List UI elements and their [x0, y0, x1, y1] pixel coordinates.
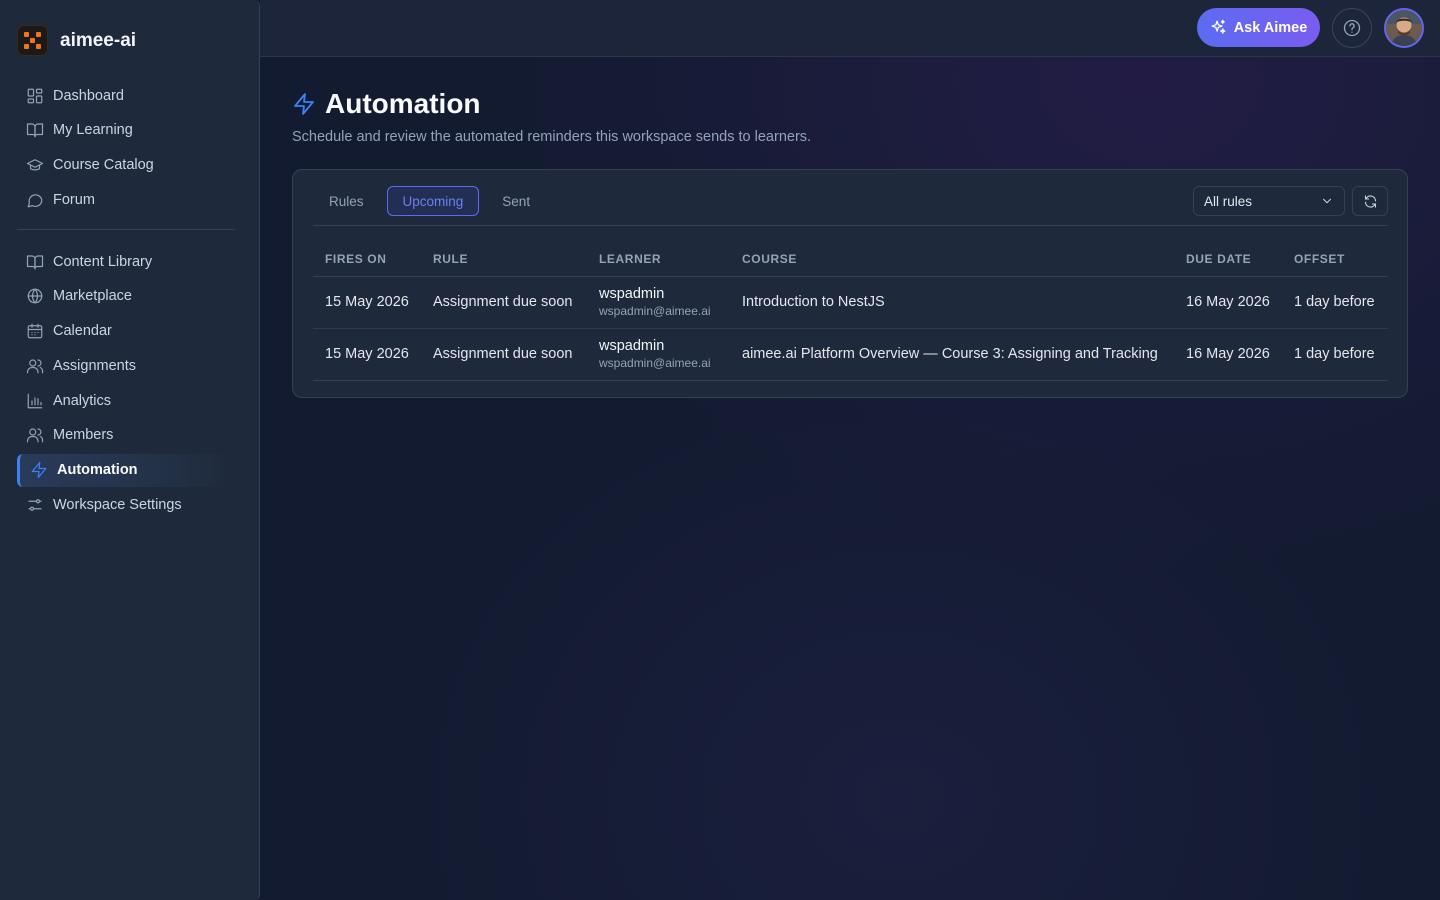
user-avatar[interactable]: [1384, 8, 1424, 48]
page-title: Automation: [292, 88, 811, 120]
cell-rule: Assignment due soon: [421, 276, 587, 329]
book-open-icon: [26, 123, 44, 138]
primary-nav: Dashboard My Learning Course Catalog For…: [17, 79, 235, 218]
brand[interactable]: aimee-ai: [17, 25, 136, 56]
table-header-row: FIRES ON RULE LEARNER COURSE DUE DATE OF…: [313, 242, 1388, 277]
sidebar-item-forum[interactable]: Forum: [17, 183, 235, 216]
sidebar-item-workspace-settings[interactable]: Workspace Settings: [17, 489, 235, 522]
sidebar-item-label: Content Library: [53, 253, 153, 270]
sidebar-item-analytics[interactable]: Analytics: [17, 384, 235, 417]
tab-bar: Rules Upcoming Sent: [313, 186, 553, 216]
column-header-due-date[interactable]: DUE DATE: [1174, 242, 1282, 277]
chevron-down-icon: [1322, 198, 1332, 204]
users-icon: [26, 428, 44, 443]
table-row[interactable]: 15 May 2026 Assignment due soon wspadmin…: [313, 328, 1388, 381]
sparkles-icon: [1211, 19, 1226, 34]
graduation-cap-icon: [26, 159, 44, 171]
sidebar-item-label: Marketplace: [53, 288, 132, 305]
topbar: Ask Aimee: [260, 0, 1440, 57]
book-open-icon: [26, 254, 44, 269]
sidebar-item-automation[interactable]: Automation: [17, 453, 235, 487]
sidebar-item-course-catalog[interactable]: Course Catalog: [17, 149, 235, 182]
cell-fires-on: 15 May 2026: [313, 276, 421, 329]
learner-name: wspadmin: [599, 338, 665, 354]
cell-learner: wspadmin wspadmin@aimee.ai: [587, 328, 730, 381]
column-header-course[interactable]: COURSE: [730, 242, 1174, 277]
secondary-nav: Content Library Marketplace Calendar Ass…: [17, 245, 235, 523]
learner-email: wspadmin@aimee.ai: [599, 304, 711, 318]
sidebar-item-label: Automation: [57, 462, 138, 479]
ask-aimee-label: Ask Aimee: [1233, 19, 1308, 36]
rule-filter-select[interactable]: All rules: [1193, 186, 1345, 216]
cell-fires-on: 15 May 2026: [313, 328, 421, 381]
sidebar-item-label: Assignments: [53, 357, 137, 374]
brand-logo-icon: [17, 25, 48, 56]
tab-upcoming[interactable]: Upcoming: [386, 186, 480, 216]
table-row[interactable]: 15 May 2026 Assignment due soon wspadmin…: [313, 276, 1388, 329]
learner-email: wspadmin@aimee.ai: [599, 356, 711, 370]
page-title-text: Automation: [325, 88, 481, 119]
help-circle-icon: [1343, 19, 1361, 37]
rule-filter-value: All rules: [1204, 193, 1253, 209]
cell-learner: wspadmin wspadmin@aimee.ai: [587, 276, 730, 329]
sidebar-item-marketplace[interactable]: Marketplace: [17, 280, 235, 313]
sidebar-item-label: Calendar: [53, 323, 112, 340]
sidebar-item-label: My Learning: [53, 122, 133, 139]
brand-name: aimee-ai: [60, 29, 137, 51]
bar-chart-icon: [27, 393, 43, 409]
dashboard-icon: [27, 88, 43, 103]
column-header-offset[interactable]: OFFSET: [1282, 242, 1388, 277]
sidebar-item-my-learning[interactable]: My Learning: [17, 114, 235, 147]
sidebar: aimee-ai Dashboard My Learning Course Ca…: [0, 0, 260, 900]
cell-offset: 1 day before: [1282, 328, 1388, 381]
refresh-button[interactable]: [1352, 186, 1388, 216]
lightning-icon: [31, 462, 47, 479]
sidebar-item-content-library[interactable]: Content Library: [17, 245, 235, 278]
sliders-icon: [28, 499, 42, 511]
sidebar-item-label: Forum: [53, 191, 95, 208]
sidebar-item-label: Dashboard: [53, 87, 124, 104]
cell-course: aimee.ai Platform Overview — Course 3: A…: [730, 328, 1174, 381]
tab-sent[interactable]: Sent: [486, 186, 546, 216]
calendar-icon: [27, 323, 43, 339]
upcoming-table: FIRES ON RULE LEARNER COURSE DUE DATE OF…: [313, 242, 1388, 381]
users-icon: [26, 359, 44, 374]
globe-icon: [27, 288, 43, 304]
card-divider: [313, 225, 1388, 226]
sidebar-item-dashboard[interactable]: Dashboard: [17, 79, 235, 112]
cell-rule: Assignment due soon: [421, 328, 587, 381]
automation-card: Rules Upcoming Sent All rules FIRES ON R…: [292, 169, 1408, 398]
refresh-icon: [1364, 194, 1376, 208]
sidebar-item-label: Workspace Settings: [53, 497, 182, 514]
sidebar-item-members[interactable]: Members: [17, 419, 235, 452]
sidebar-item-label: Members: [53, 427, 114, 444]
help-button[interactable]: [1332, 8, 1372, 48]
page-subtitle: Schedule and review the automated remind…: [292, 129, 812, 145]
sidebar-item-calendar[interactable]: Calendar: [17, 315, 235, 348]
sidebar-item-assignments[interactable]: Assignments: [17, 349, 235, 382]
tab-rules[interactable]: Rules: [313, 186, 380, 216]
sidebar-item-label: Course Catalog: [53, 157, 154, 174]
cell-course: Introduction to NestJS: [730, 276, 1174, 329]
cell-due-date: 16 May 2026: [1174, 328, 1282, 381]
sidebar-item-label: Analytics: [53, 392, 112, 409]
learner-name: wspadmin: [599, 286, 665, 302]
column-header-rule[interactable]: RULE: [421, 242, 587, 277]
cell-due-date: 16 May 2026: [1174, 276, 1282, 329]
ask-aimee-button[interactable]: Ask Aimee: [1197, 8, 1320, 47]
column-header-learner[interactable]: LEARNER: [587, 242, 730, 277]
lightning-icon: [294, 93, 314, 115]
sidebar-divider: [17, 229, 235, 230]
page-header: Automation Schedule and review the autom…: [292, 88, 811, 145]
column-header-fires-on[interactable]: FIRES ON: [313, 242, 421, 277]
chat-bubble-icon: [27, 194, 43, 208]
cell-offset: 1 day before: [1282, 276, 1388, 329]
avatar-image: [1386, 10, 1422, 46]
